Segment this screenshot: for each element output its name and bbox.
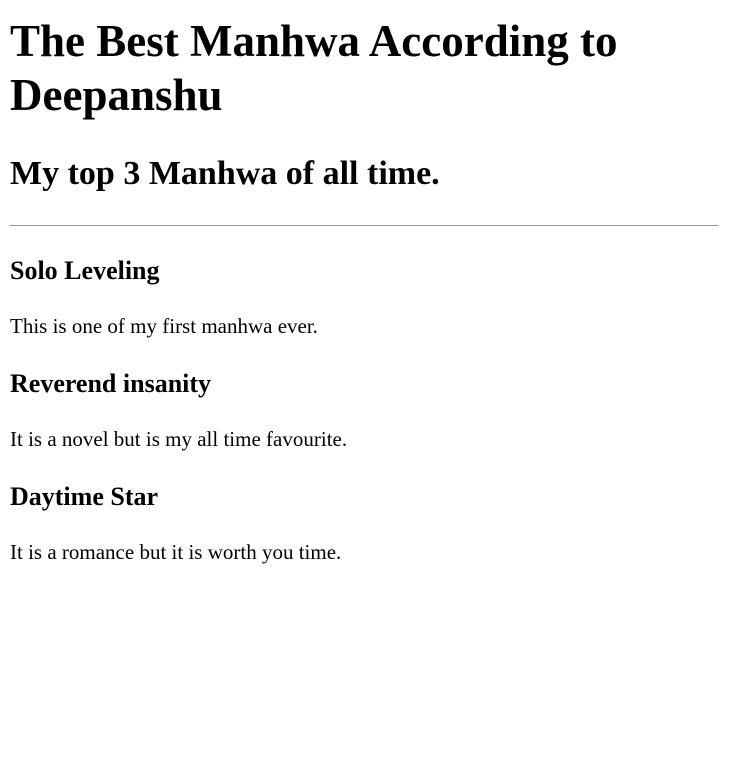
manhwa-title: Reverend insanity [10,369,212,398]
divider [10,225,718,226]
manhwa-title: Solo Leveling [10,256,160,285]
page-subtitle: My top 3 Manhwa of all time. [10,155,440,192]
manhwa-title: Daytime Star [10,482,159,511]
manhwa-description: It is a romance but it is worth you time… [10,540,342,564]
page-content: The Best Manhwa According to Deepanshu M… [0,14,730,565]
manhwa-description: It is a novel but is my all time favouri… [10,427,348,451]
list-item: Reverend insanity It is a novel but is m… [10,369,718,452]
page-title: The Best Manhwa According to Deepanshu [10,16,618,120]
list-item: Daytime Star It is a romance but it is w… [10,482,718,565]
list-item: Solo Leveling This is one of my first ma… [10,256,718,339]
manhwa-description: This is one of my first manhwa ever. [10,314,318,338]
